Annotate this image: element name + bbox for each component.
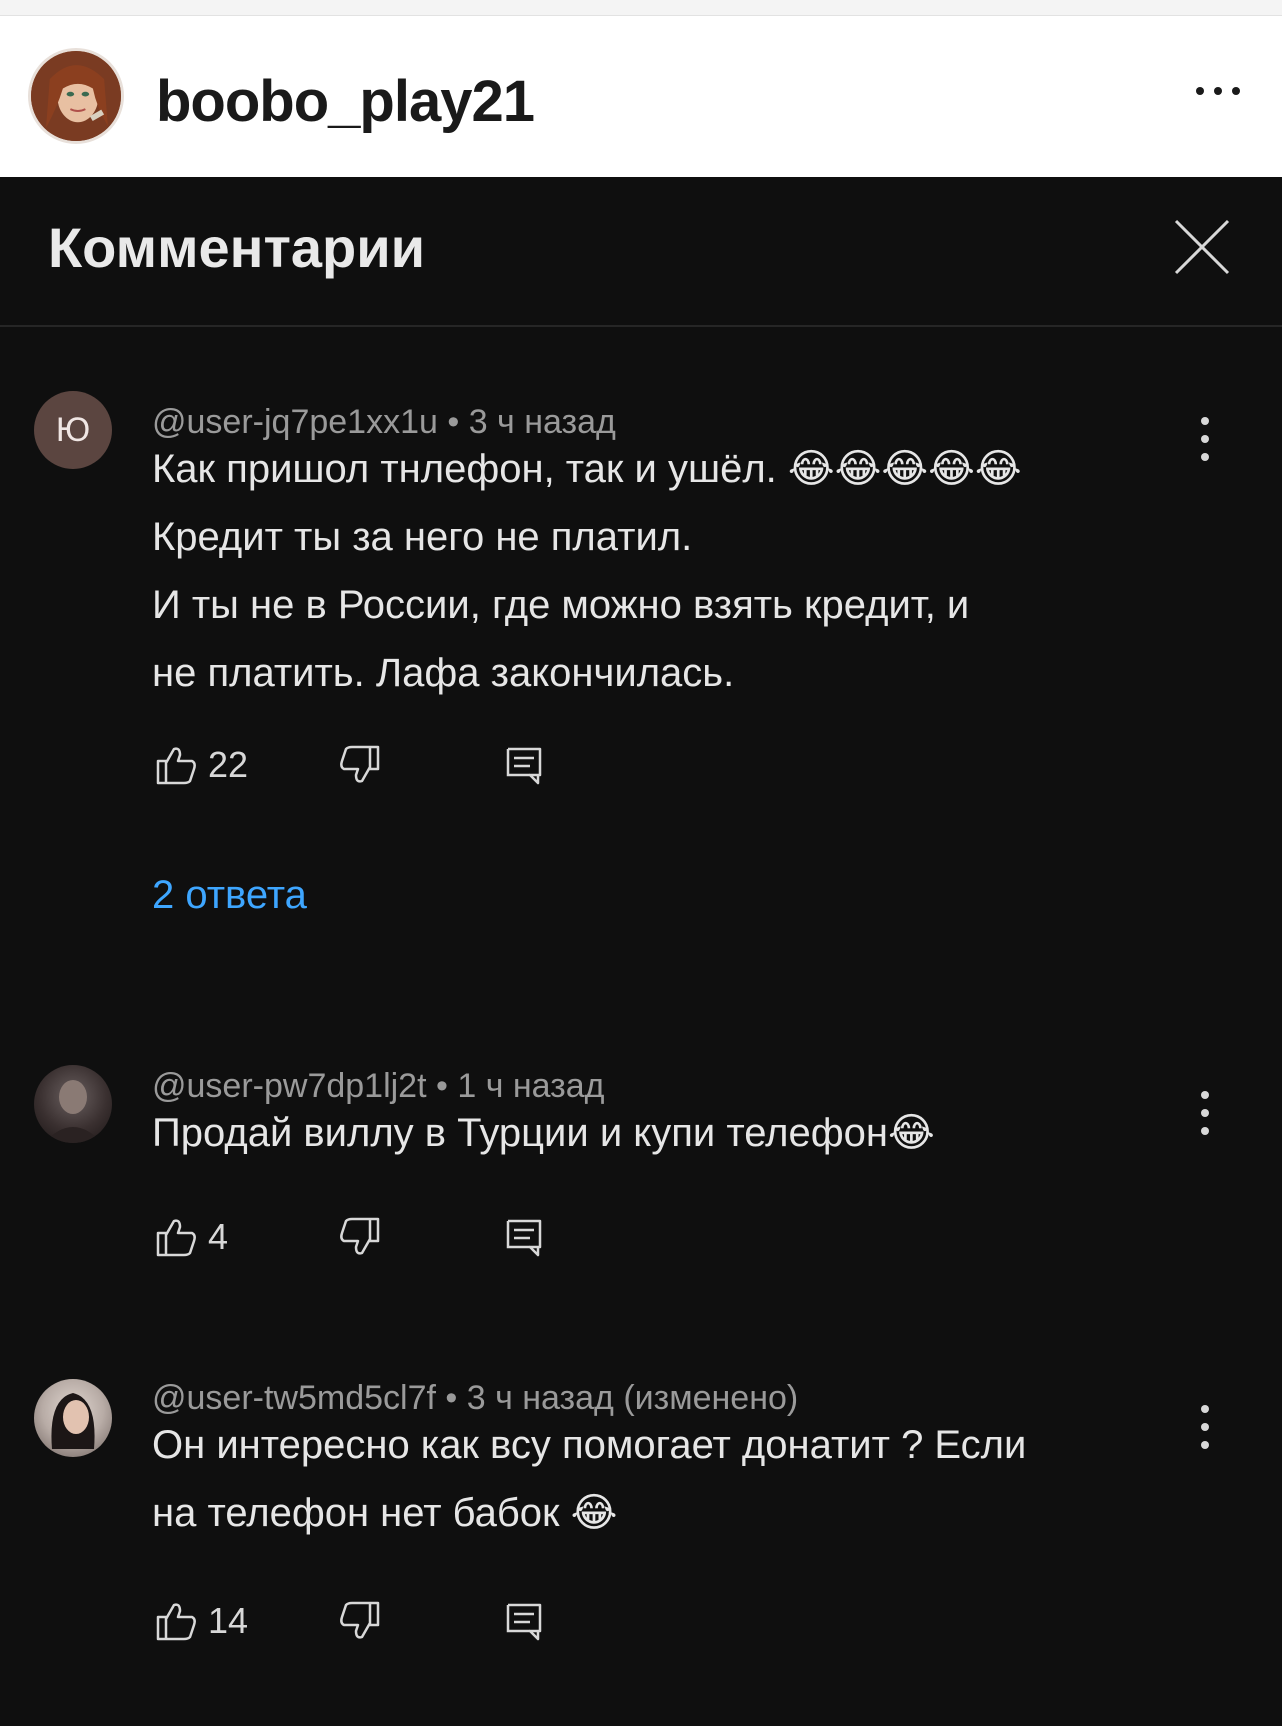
thumbs-up-icon: [156, 747, 196, 785]
top-status-strip: [0, 0, 1282, 16]
avatar-portrait-icon: [44, 1080, 102, 1143]
comment-line: Продай виллу в Турции и купи телефон😂: [152, 1111, 935, 1155]
reply-comment-icon: [506, 1603, 542, 1641]
dislike-button[interactable]: [336, 1213, 384, 1261]
like-button[interactable]: 22: [152, 741, 248, 789]
avatar[interactable]: [34, 1379, 112, 1457]
comment-line: Кредит ты за него не платил.: [152, 515, 693, 559]
avatar-portrait-icon: [51, 1393, 95, 1449]
post-header: boobo_play21: [0, 16, 1282, 177]
close-icon[interactable]: [1170, 215, 1234, 279]
dislike-button[interactable]: [336, 741, 384, 789]
comment-text: Продай виллу в Турции и купи телефон😂: [152, 1099, 1192, 1167]
post-username[interactable]: boobo_play21: [156, 68, 535, 135]
comment-text: Как пришол тнлефон, так и ушёл. 😂😂😂😂😂 Кр…: [152, 435, 1192, 707]
avatar-portrait-icon: [31, 51, 121, 141]
comment-line: не платить. Лафа закончилась.: [152, 651, 735, 695]
thumbs-down-icon: [340, 1601, 380, 1639]
more-vertical-icon[interactable]: [1190, 411, 1220, 467]
reply-button[interactable]: [500, 1213, 548, 1261]
thumbs-down-icon: [340, 745, 380, 783]
header-divider: [0, 325, 1282, 327]
thumbs-up-icon: [156, 1219, 196, 1257]
comments-panel: Комментарии Ю @user-jq7pe1xx1u • 3 ч наз…: [0, 177, 1282, 1726]
like-button[interactable]: 4: [152, 1213, 228, 1261]
thumbs-up-icon: [156, 1603, 196, 1641]
comment-line: на телефон нет бабок 😂: [152, 1491, 618, 1535]
comment-line: И ты не в России, где можно взять кредит…: [152, 583, 970, 627]
reply-button[interactable]: [500, 1597, 548, 1645]
like-count: 4: [208, 1216, 229, 1257]
thumbs-down-icon: [340, 1217, 380, 1255]
more-vertical-icon[interactable]: [1190, 1085, 1220, 1141]
like-count: 22: [208, 744, 249, 785]
reply-comment-icon: [506, 747, 542, 785]
like-button[interactable]: 14: [152, 1597, 248, 1645]
comments-title: Комментарии: [48, 216, 426, 279]
comment-text: Он интересно как всу помогает донатит ? …: [152, 1411, 1192, 1547]
like-count: 14: [208, 1600, 249, 1641]
dislike-button[interactable]: [336, 1597, 384, 1645]
reply-comment-icon: [506, 1219, 542, 1257]
post-author-avatar[interactable]: [28, 48, 124, 144]
avatar[interactable]: [34, 1065, 112, 1143]
more-vertical-icon[interactable]: [1190, 1399, 1220, 1455]
view-replies-link[interactable]: 2 ответа: [152, 873, 307, 918]
reply-button[interactable]: [500, 741, 548, 789]
avatar[interactable]: Ю: [34, 391, 112, 469]
comment-line: Как пришол тнлефон, так и ушёл. 😂😂😂😂😂: [152, 447, 1022, 491]
comment-line: Он интересно как всу помогает донатит ? …: [152, 1423, 1027, 1467]
more-horizontal-icon[interactable]: [1188, 76, 1248, 106]
